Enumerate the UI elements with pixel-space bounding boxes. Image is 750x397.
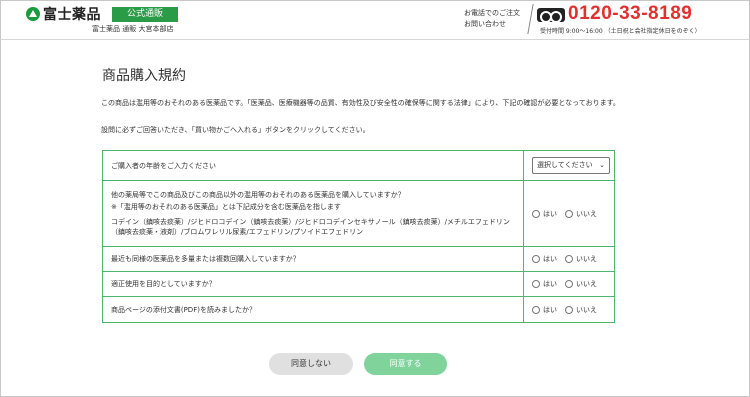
phone-note-line2: お問い合わせ	[464, 20, 506, 28]
answer-cell: はい いいえ	[524, 272, 614, 296]
age-select[interactable]: 選択してください ⌄	[532, 157, 610, 174]
phone-hours: 受付時間 9:00〜16:00 （土日祝と会社指定休日をのぞく）	[540, 28, 701, 35]
freedial-icon	[537, 8, 565, 23]
question-cell: ご購入者の年齢をご入力ください	[103, 151, 524, 180]
answer-cell: はい いいえ	[524, 247, 614, 271]
radio-no[interactable]: いいえ	[565, 254, 597, 264]
answer-cell: はい いいえ	[524, 297, 614, 322]
radio-no[interactable]: いいえ	[565, 279, 597, 289]
age-select-value: 選択してください	[537, 161, 593, 169]
radio-circle[interactable]	[565, 305, 573, 314]
radio-circle[interactable]	[532, 305, 540, 314]
question-cell: 最近も同様の医薬品を多量または複数回購入していますか？	[103, 247, 524, 271]
phone-note: お電話でのご注文 お問い合わせ	[464, 8, 520, 30]
questionnaire-table: ご購入者の年齢をご入力ください 選択してください ⌄ 他の薬局等でこの商品及びこ…	[102, 150, 615, 323]
question-note: ※「濫用等のおそれのある医薬品」とは下記成分を含む医薬品を指します	[111, 203, 341, 211]
radio-circle[interactable]	[565, 255, 573, 263]
phone-divider	[522, 4, 534, 34]
logo-icon[interactable]	[26, 7, 40, 21]
radio-yes[interactable]: はい	[532, 254, 557, 264]
question-text: ご購入者の年齢をご入力ください	[111, 161, 216, 170]
store-subtitle: 富士薬品 通販 大宮本部店	[92, 25, 174, 33]
radio-no[interactable]: いいえ	[565, 209, 597, 219]
radio-yes[interactable]: はい	[532, 279, 557, 289]
disagree-button[interactable]: 同意しない	[269, 353, 353, 375]
question-row-age: ご購入者の年齢をご入力ください 選択してください ⌄	[103, 151, 614, 181]
radio-yes[interactable]: はい	[532, 305, 557, 315]
radio-label: いいえ	[576, 255, 597, 263]
answer-cell: 選択してください ⌄	[524, 151, 614, 180]
radio-label: はい	[543, 209, 557, 218]
ingredient-list: コデイン（鎮咳去痰薬）/ジヒドロコデイン（鎮咳去痰薬）/ジヒドロコデインセキサノ…	[111, 218, 510, 236]
question-text: 他の薬局等でこの商品及びこの商品以外の濫用等のおそれのある医薬品を購入しています…	[111, 191, 405, 199]
radio-label: はい	[543, 280, 557, 288]
logo-text[interactable]: 富士薬品	[43, 4, 101, 24]
radio-circle[interactable]	[532, 209, 540, 218]
answer-cell: はい いいえ	[524, 181, 614, 246]
question-row-proper-use: 適正使用を目的としていますか？ はい いいえ	[103, 272, 614, 297]
question-row-other-purchase: 他の薬局等でこの商品及びこの商品以外の濫用等のおそれのある医薬品を購入しています…	[103, 181, 614, 247]
instruction-text: 設問に必ずご回答いただき、「買い物かごへ入れる」ボタンをクリックしてください。	[101, 126, 370, 134]
site-header: 富士薬品 公式通販 富士薬品 通販 大宮本部店 お電話でのご注文 お問い合わせ …	[0, 0, 750, 40]
radio-label: はい	[543, 305, 557, 314]
radio-label: いいえ	[576, 305, 597, 314]
radio-circle[interactable]	[565, 209, 573, 218]
radio-label: いいえ	[576, 280, 597, 288]
question-cell: 他の薬局等でこの商品及びこの商品以外の濫用等のおそれのある医薬品を購入しています…	[103, 181, 524, 246]
question-text: 商品ページの添付文書(PDF)を読みましたか？	[111, 305, 256, 314]
question-cell: 適正使用を目的としていますか？	[103, 272, 524, 296]
phone-note-line1: お電話でのご注文	[464, 9, 520, 17]
page-title: 商品購入規約	[102, 68, 186, 84]
question-cell: 商品ページの添付文書(PDF)を読みましたか？	[103, 297, 524, 322]
question-row-read-document: 商品ページの添付文書(PDF)を読みましたか？ はい いいえ	[103, 297, 614, 322]
radio-label: いいえ	[576, 209, 597, 218]
radio-circle[interactable]	[532, 255, 540, 263]
radio-yes[interactable]: はい	[532, 209, 557, 219]
phone-number[interactable]: 0120-33-8189	[568, 3, 692, 25]
question-row-bulk-purchase: 最近も同様の医薬品を多量または複数回購入していますか？ はい いいえ	[103, 247, 614, 272]
radio-circle[interactable]	[565, 280, 573, 288]
radio-label: はい	[543, 255, 557, 263]
radio-circle[interactable]	[532, 280, 540, 288]
intro-text: この商品は濫用等のおそれのある医薬品です。「医薬品、医療機器等の品質、有効性及び…	[101, 99, 620, 107]
chevron-down-icon: ⌄	[599, 161, 605, 169]
agree-button[interactable]: 同意する	[364, 353, 447, 375]
question-text: 適正使用を目的としていますか？	[111, 280, 216, 288]
official-store-badge: 公式通販	[112, 7, 178, 22]
question-text: 最近も同様の医薬品を多量または複数回購入していますか？	[111, 255, 300, 263]
radio-no[interactable]: いいえ	[565, 305, 597, 315]
